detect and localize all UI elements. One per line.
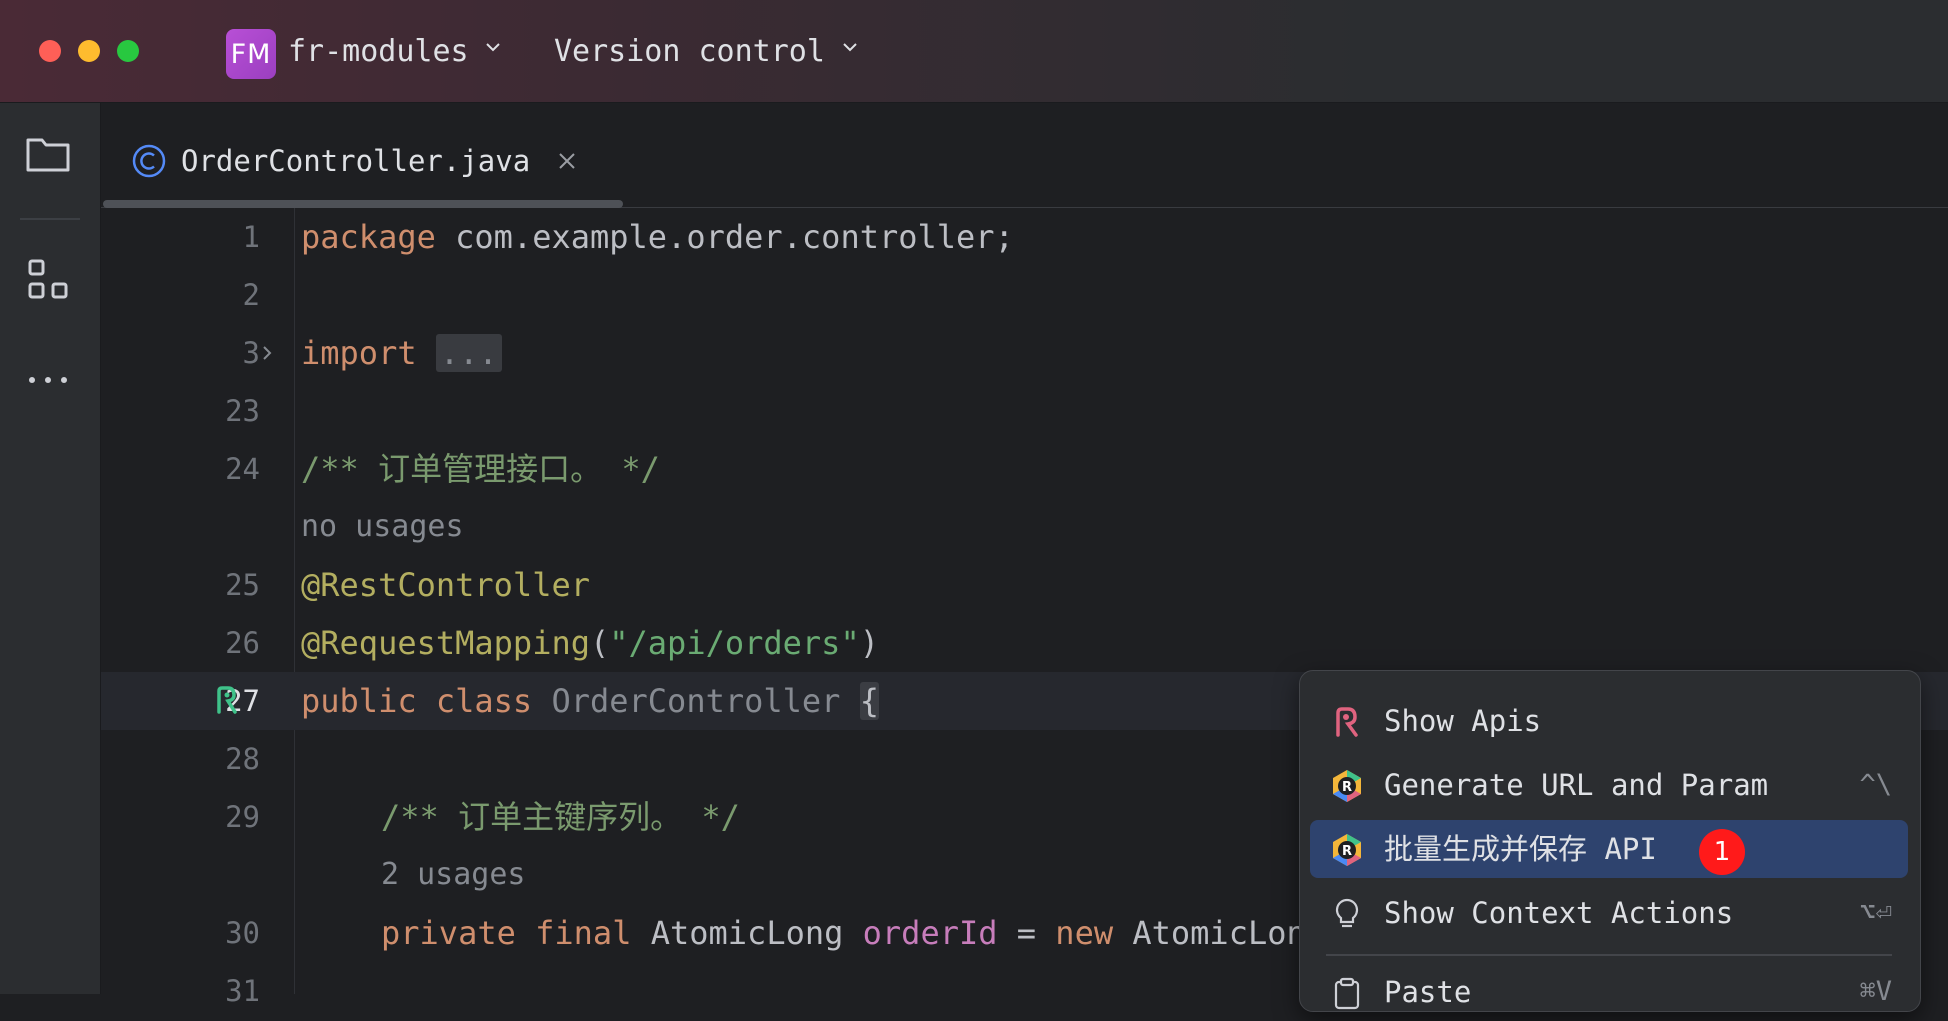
zoom-window-button[interactable] xyxy=(117,40,139,62)
more-icon[interactable] xyxy=(24,355,74,405)
version-control-selector[interactable]: Version control xyxy=(554,34,825,69)
restful-plugin-icon: R xyxy=(1330,833,1364,867)
menu-separator xyxy=(1326,954,1892,956)
folded-imports[interactable]: ... xyxy=(435,334,502,372)
folder-icon[interactable] xyxy=(24,130,74,180)
editor-tab-bar: OrderController.java xyxy=(101,103,1948,208)
line-number: 3 xyxy=(242,336,260,370)
code-token: final xyxy=(535,914,632,952)
chevron-down-icon[interactable] xyxy=(842,40,857,54)
close-icon[interactable] xyxy=(556,150,578,172)
structure-icon[interactable] xyxy=(24,255,74,305)
line-number: 26 xyxy=(225,626,260,660)
menu-item-shortcut: ⌘V xyxy=(1859,976,1892,1007)
horizontal-scrollbar[interactable] xyxy=(103,200,623,208)
usages-hint[interactable]: 2 usages xyxy=(381,846,526,904)
line-number: 27 xyxy=(225,684,260,718)
code-annotation: @RequestMapping xyxy=(301,624,590,662)
line-number: 24 xyxy=(225,452,260,486)
tool-window-sidebar xyxy=(0,103,101,994)
code-line: 26 @RequestMapping("/api/orders") xyxy=(101,614,1948,672)
code-brace: { xyxy=(859,682,879,720)
tab-label: OrderController.java xyxy=(181,144,531,178)
menu-item-label: Show Context Actions xyxy=(1384,896,1734,930)
menu-item-paste[interactable]: Paste ⌘V xyxy=(1310,963,1908,1021)
clipboard-icon xyxy=(1330,976,1364,1010)
code-line: 23 xyxy=(101,382,1948,440)
line-number: 31 xyxy=(225,974,260,1008)
code-line: 3 import ... xyxy=(101,324,1948,382)
code-comment: /** 订单主键序列。 */ xyxy=(381,798,740,836)
close-window-button[interactable] xyxy=(39,40,61,62)
title-bar: FM fr-modules Version control xyxy=(0,0,1948,103)
menu-item-shortcut: ^\ xyxy=(1859,769,1892,800)
line-number: 1 xyxy=(242,220,260,254)
line-number: 2 xyxy=(242,278,260,312)
code-token: public xyxy=(301,682,417,720)
menu-item-label: Show Apis xyxy=(1384,704,1542,738)
code-line: 24 /** 订单管理接口。 */ xyxy=(101,440,1948,498)
code-line: 25 @RestController xyxy=(101,556,1948,614)
code-string: "/api/orders" xyxy=(609,624,860,662)
code-token: package xyxy=(301,218,436,256)
menu-item-batch-generate-save-api[interactable]: R 批量生成并保存 API 1 xyxy=(1310,820,1908,878)
context-menu: Show Apis R Generate URL and Param ^\ R … xyxy=(1299,670,1921,1012)
code-field: orderId xyxy=(862,914,998,952)
code-token: ( xyxy=(589,624,610,662)
svg-text:R: R xyxy=(1342,780,1352,795)
code-token: import xyxy=(301,334,417,372)
code-token: = xyxy=(997,914,1056,952)
code-token: private xyxy=(381,914,516,952)
menu-item-label: 批量生成并保存 API xyxy=(1384,832,1657,866)
code-token: ) xyxy=(859,624,879,662)
code-type: AtomicLong xyxy=(650,914,844,952)
svg-text:R: R xyxy=(1342,844,1352,859)
menu-item-show-context-actions[interactable]: Show Context Actions ⌥⏎ xyxy=(1310,884,1908,942)
chevron-down-icon[interactable] xyxy=(485,40,500,54)
line-number: 29 xyxy=(225,800,260,834)
project-badge[interactable]: FM xyxy=(226,29,276,79)
code-token: class xyxy=(435,682,533,720)
code-token: new xyxy=(1055,914,1114,952)
chevron-right-icon[interactable] xyxy=(259,344,275,362)
lightbulb-icon xyxy=(1330,897,1364,931)
restful-plugin-icon: R xyxy=(1330,769,1364,803)
class-name: OrderController xyxy=(551,682,841,720)
code-token: com.example.order.controller; xyxy=(435,218,1014,256)
menu-item-label: Generate URL and Param xyxy=(1384,768,1769,802)
api-gutter-icon[interactable] xyxy=(213,685,241,715)
show-apis-icon xyxy=(1330,705,1364,739)
sidebar-divider xyxy=(20,218,80,220)
code-line: 1 package com.example.order.controller; xyxy=(101,208,1948,266)
menu-item-label: Paste xyxy=(1384,975,1472,1009)
menu-item-shortcut: ⌥⏎ xyxy=(1859,897,1892,928)
usages-hint[interactable]: no usages xyxy=(301,498,464,556)
java-class-icon xyxy=(131,143,167,179)
menu-item-generate-url-and-param[interactable]: R Generate URL and Param ^\ xyxy=(1310,756,1908,814)
minimize-window-button[interactable] xyxy=(78,40,100,62)
project-selector[interactable]: fr-modules xyxy=(288,34,469,69)
code-line: 2 xyxy=(101,266,1948,324)
code-token: AtomicLong xyxy=(1113,914,1326,952)
code-annotation: @RestController xyxy=(301,566,590,604)
line-number: 23 xyxy=(225,394,260,428)
line-number: 28 xyxy=(225,742,260,776)
code-comment: /** 订单管理接口。 */ xyxy=(301,450,660,488)
usages-inlay: no usages xyxy=(101,498,1948,556)
step-badge: 1 xyxy=(1699,829,1745,875)
tab-order-controller[interactable]: OrderController.java xyxy=(131,136,578,186)
line-number: 25 xyxy=(225,568,260,602)
menu-item-show-apis[interactable]: Show Apis xyxy=(1310,692,1908,750)
line-number: 30 xyxy=(225,916,260,950)
